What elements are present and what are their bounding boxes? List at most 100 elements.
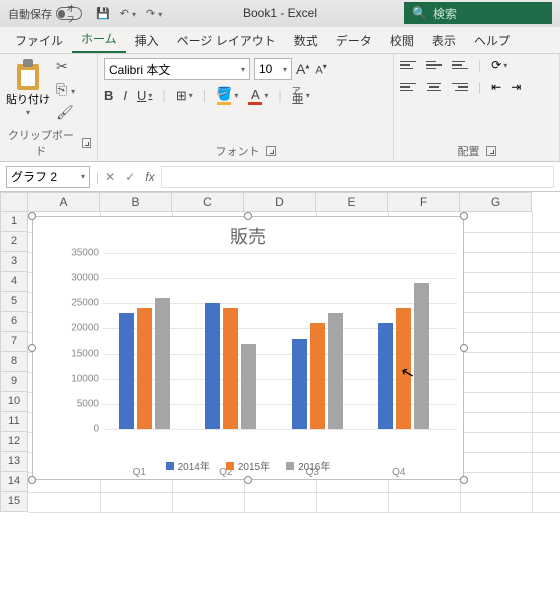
chart-bar[interactable] [137, 308, 152, 429]
selection-handle[interactable] [28, 212, 36, 220]
legend-item[interactable]: 2014年 [166, 458, 210, 473]
font-name-dropdown[interactable]: Calibri 本文▾ [104, 58, 250, 80]
tab-ファイル[interactable]: ファイル [6, 28, 72, 53]
chart-legend[interactable]: 2014年 2015年 2016年 [33, 458, 463, 473]
formula-input[interactable] [161, 166, 554, 188]
tab-数式[interactable]: 数式 [285, 28, 327, 53]
cancel-formula-icon[interactable]: ✕ [105, 170, 115, 184]
column-header[interactable]: B [100, 192, 172, 212]
align-right-icon[interactable] [452, 80, 468, 94]
tab-ヘルプ[interactable]: ヘルプ [465, 28, 519, 53]
fill-color-button[interactable]: 🪣 ▾ [216, 86, 238, 105]
font-dialog-launcher[interactable] [266, 146, 276, 156]
chart-object[interactable]: 販売 05000100001500020000250003000035000Q1… [32, 216, 464, 480]
row-header[interactable]: 15 [0, 492, 28, 512]
tab-ページ レイアウト[interactable]: ページ レイアウト [168, 28, 285, 53]
decrease-indent-icon[interactable]: ⇤ [491, 80, 501, 94]
row-header[interactable]: 2 [0, 232, 28, 252]
column-header[interactable]: A [28, 192, 100, 212]
align-bottom-icon[interactable] [452, 58, 468, 72]
tab-表示[interactable]: 表示 [423, 28, 465, 53]
column-header[interactable]: G [460, 192, 532, 212]
row-header[interactable]: 5 [0, 292, 28, 312]
align-center-icon[interactable] [426, 80, 442, 94]
autosave-label: 自動保存 [8, 6, 52, 22]
row-header[interactable]: 4 [0, 272, 28, 292]
select-all-corner[interactable] [0, 192, 28, 212]
legend-item[interactable]: 2016年 [286, 458, 330, 473]
row-header[interactable]: 3 [0, 252, 28, 272]
redo-icon[interactable]: ↷ ▾ [146, 7, 162, 20]
selection-handle[interactable] [244, 476, 252, 484]
font-color-button[interactable]: A ▾ [248, 87, 268, 105]
ribbon-tabs: ファイルホーム挿入ページ レイアウト数式データ校閲表示ヘルプ [0, 27, 560, 54]
clipboard-dialog-launcher[interactable] [82, 138, 91, 148]
orientation-button[interactable]: ⟳ ▾ [491, 58, 507, 72]
alignment-dialog-launcher[interactable] [486, 146, 496, 156]
column-header[interactable]: D [244, 192, 316, 212]
border-button[interactable]: ⊞ ▾ [176, 88, 193, 104]
italic-button[interactable]: I [123, 88, 127, 103]
row-header[interactable]: 9 [0, 372, 28, 392]
selection-handle[interactable] [28, 476, 36, 484]
search-icon: 🔍 [412, 6, 427, 20]
format-painter-icon[interactable]: 🖌 [56, 104, 75, 121]
row-header[interactable]: 6 [0, 312, 28, 332]
underline-button[interactable]: U ▾ [137, 88, 152, 103]
chart-title[interactable]: 販売 [33, 223, 463, 249]
row-header[interactable]: 11 [0, 412, 28, 432]
chart-bar[interactable] [205, 303, 220, 429]
chart-bar[interactable] [241, 344, 256, 429]
row-header[interactable]: 1 [0, 212, 28, 232]
chart-bar[interactable] [328, 313, 343, 429]
font-size-dropdown[interactable]: 10▾ [254, 58, 292, 80]
align-top-icon[interactable] [400, 58, 416, 72]
selection-handle[interactable] [244, 212, 252, 220]
column-header[interactable]: E [316, 192, 388, 212]
chart-bar[interactable] [223, 308, 238, 429]
undo-icon[interactable]: ↶ ▾ [120, 7, 136, 20]
chart-bar[interactable] [310, 323, 325, 429]
chart-plot-area[interactable]: 05000100001500020000250003000035000Q1Q2Q… [67, 253, 457, 429]
row-header[interactable]: 12 [0, 432, 28, 452]
increase-indent-icon[interactable]: ⇥ [511, 80, 521, 94]
row-header[interactable]: 8 [0, 352, 28, 372]
selection-handle[interactable] [460, 344, 468, 352]
toggle-switch[interactable]: オフ [56, 7, 82, 20]
chart-bar[interactable] [378, 323, 393, 429]
increase-font-icon[interactable]: A▴ [296, 61, 309, 77]
row-header[interactable]: 7 [0, 332, 28, 352]
tab-挿入[interactable]: 挿入 [126, 28, 168, 53]
tab-ホーム[interactable]: ホーム [72, 26, 126, 53]
spreadsheet-grid: ABCDEFG 123456789101112131415 販売 0500010… [0, 192, 560, 512]
align-middle-icon[interactable] [426, 58, 442, 72]
column-header[interactable]: F [388, 192, 460, 212]
legend-item[interactable]: 2015年 [226, 458, 270, 473]
autosave-toggle[interactable]: 自動保存 オフ [8, 6, 82, 22]
row-header[interactable]: 10 [0, 392, 28, 412]
chart-bar[interactable] [414, 283, 429, 429]
row-header[interactable]: 13 [0, 452, 28, 472]
cut-icon[interactable]: ✂ [56, 58, 75, 75]
phonetic-button[interactable]: ア亜 ▾ [292, 87, 310, 104]
selection-handle[interactable] [460, 476, 468, 484]
chart-bar[interactable] [155, 298, 170, 429]
chart-bar[interactable] [119, 313, 134, 429]
align-left-icon[interactable] [400, 80, 416, 94]
column-header[interactable]: C [172, 192, 244, 212]
tab-校閲[interactable]: 校閲 [381, 28, 423, 53]
copy-icon[interactable]: ⎘ ▾ [56, 81, 75, 98]
enter-formula-icon[interactable]: ✓ [125, 170, 135, 184]
bold-button[interactable]: B [104, 88, 113, 103]
selection-handle[interactable] [28, 344, 36, 352]
fx-icon[interactable]: fx [145, 170, 154, 184]
tab-データ[interactable]: データ [327, 28, 381, 53]
decrease-font-icon[interactable]: A▾ [315, 62, 326, 77]
chart-bar[interactable] [292, 339, 307, 430]
name-box[interactable]: グラフ 2▾ [6, 166, 90, 188]
save-icon[interactable]: 💾 [96, 7, 110, 20]
search-box[interactable]: 🔍 検索 [404, 2, 552, 24]
selection-handle[interactable] [460, 212, 468, 220]
paste-button[interactable]: 貼り付け ▾ [6, 58, 50, 117]
row-header[interactable]: 14 [0, 472, 28, 492]
